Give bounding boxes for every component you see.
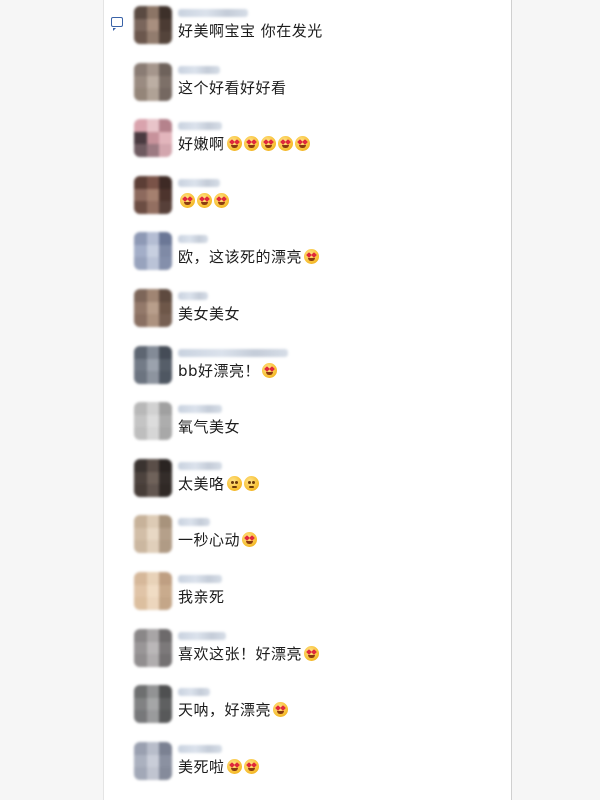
comment-item[interactable]: 氧气美女	[134, 402, 504, 450]
comment-text: 这个好看好好看	[178, 77, 287, 99]
comment-item[interactable]: 美女美女	[134, 289, 504, 337]
heart-eyes-icon	[243, 136, 259, 151]
heart-eyes-icon	[277, 136, 293, 151]
comment-text-content: 喜欢这张！好漂亮	[178, 645, 303, 663]
comment-text	[178, 190, 229, 212]
avatar[interactable]	[134, 63, 172, 101]
comment-text: 我亲死	[178, 586, 225, 608]
heart-eyes-icon	[262, 363, 278, 378]
avatar[interactable]	[134, 6, 172, 44]
heart-eyes-icon	[226, 136, 242, 151]
username-blurred[interactable]	[178, 292, 208, 300]
heart-eyes-icon	[180, 193, 195, 208]
heart-eyes-icon	[226, 759, 242, 774]
heart-eyes-icon	[304, 249, 320, 264]
heart-eyes-icon	[304, 646, 320, 661]
comment-text: bb好漂亮！	[178, 360, 278, 382]
comment-text-content: 太美咯	[178, 475, 225, 493]
comment-item[interactable]: 美死啦	[134, 742, 504, 790]
comment-item[interactable]: 一秒心动	[134, 515, 504, 563]
username-blurred[interactable]	[178, 122, 222, 130]
comment-text-content: 欧，这该死的漂亮	[178, 248, 303, 266]
username-blurred[interactable]	[178, 462, 222, 470]
username-blurred[interactable]	[178, 66, 220, 74]
comment-text: 氧气美女	[178, 416, 240, 438]
heart-eyes-icon	[197, 193, 212, 208]
comment-text: 喜欢这张！好漂亮	[178, 643, 320, 665]
avatar[interactable]	[134, 459, 172, 497]
avatar[interactable]	[134, 742, 172, 780]
comment-item[interactable]: 我亲死	[134, 572, 504, 620]
heart-eyes-icon	[243, 759, 259, 774]
heart-eyes-icon	[242, 532, 258, 547]
username-blurred[interactable]	[178, 9, 248, 17]
avatar[interactable]	[134, 346, 172, 384]
comment-item[interactable]: 这个好看好好看	[134, 63, 504, 111]
comment-text-content: 这个好看好好看	[178, 79, 287, 97]
comment-item[interactable]: 好美啊宝宝 你在发光	[134, 6, 504, 54]
comment-text-content: 美死啦	[178, 758, 225, 776]
heart-eyes-icon	[260, 136, 276, 151]
comment-text: 天呐，好漂亮	[178, 699, 289, 721]
shy-face-icon	[243, 476, 259, 491]
heart-eyes-icon	[273, 702, 289, 717]
avatar[interactable]	[134, 515, 172, 553]
comment-item[interactable]: 天呐，好漂亮	[134, 685, 504, 733]
comment-text-content: 我亲死	[178, 588, 225, 606]
avatar[interactable]	[134, 119, 172, 157]
username-blurred[interactable]	[178, 745, 222, 753]
avatar[interactable]	[134, 402, 172, 440]
shy-face-icon	[226, 476, 242, 491]
username-blurred[interactable]	[178, 575, 222, 583]
username-blurred[interactable]	[178, 518, 210, 526]
comment-text-content: 氧气美女	[178, 418, 241, 436]
avatar[interactable]	[134, 232, 172, 270]
comment-text-content: 天呐，好漂亮	[178, 701, 272, 719]
comment-text: 美女美女	[178, 303, 240, 325]
comment-text-content: 一秒心动	[178, 531, 241, 549]
comment-text-content: 好嫩啊	[178, 135, 225, 153]
username-blurred[interactable]	[178, 688, 210, 696]
username-blurred[interactable]	[178, 179, 220, 187]
avatar[interactable]	[134, 572, 172, 610]
comment-item[interactable]: 太美咯	[134, 459, 504, 507]
comment-text: 太美咯	[178, 473, 259, 495]
comment-text-content: bb好漂亮！	[178, 362, 261, 380]
comment-text: 美死啦	[178, 756, 259, 778]
heart-eyes-icon	[214, 193, 229, 208]
heart-eyes-icon	[294, 136, 310, 151]
username-blurred[interactable]	[178, 405, 222, 413]
comment-text: 好美啊宝宝 你在发光	[178, 20, 323, 42]
comment-text: 一秒心动	[178, 529, 258, 551]
screenshot: 好美啊宝宝 你在发光 这个好看好好看 好嫩啊欧，这该死的漂亮 美女美女 bb好漂亮！ 氧气…	[0, 0, 600, 800]
comment-text-content: 美女美女	[178, 305, 241, 323]
comment-text: 好嫩啊	[178, 133, 310, 155]
avatar[interactable]	[134, 685, 172, 723]
username-blurred[interactable]	[178, 632, 226, 640]
comment-item[interactable]: 喜欢这张！好漂亮	[134, 629, 504, 677]
comment-text: 欧，这该死的漂亮	[178, 246, 320, 268]
comment-item[interactable]	[134, 176, 504, 224]
comment-item[interactable]: 欧，这该死的漂亮	[134, 232, 504, 280]
comment-text-content: 好美啊宝宝 你在发光	[178, 22, 323, 40]
comment-icon[interactable]	[111, 17, 123, 31]
comment-item[interactable]: bb好漂亮！	[134, 346, 504, 394]
username-blurred[interactable]	[178, 235, 208, 243]
avatar[interactable]	[134, 176, 172, 214]
avatar[interactable]	[134, 629, 172, 667]
avatar[interactable]	[134, 289, 172, 327]
username-blurred[interactable]	[178, 349, 288, 357]
comment-item[interactable]: 好嫩啊	[134, 119, 504, 167]
